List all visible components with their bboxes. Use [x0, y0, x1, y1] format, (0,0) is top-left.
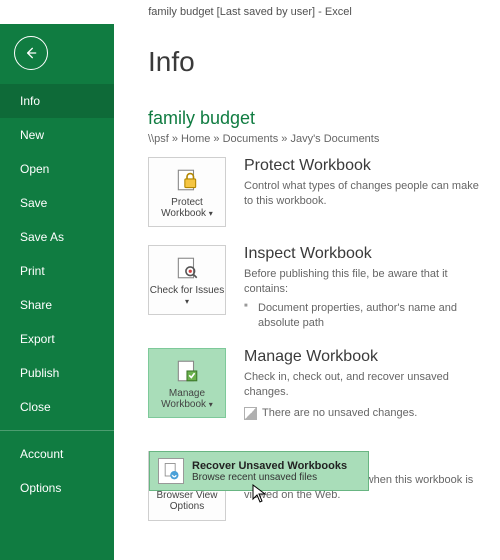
caret-down-icon: ▾: [209, 400, 213, 409]
nav-save-as[interactable]: Save As: [0, 220, 114, 254]
nav-share[interactable]: Share: [0, 288, 114, 322]
back-button[interactable]: [14, 36, 48, 70]
nav-open[interactable]: Open: [0, 152, 114, 186]
nav-separator: [0, 430, 114, 431]
nav-export[interactable]: Export: [0, 322, 114, 356]
inspect-item: Document properties, author's name and a…: [244, 301, 484, 331]
nav-close[interactable]: Close: [0, 390, 114, 424]
protect-workbook-tile[interactable]: Protect Workbook ▾: [148, 157, 226, 227]
caret-down-icon: ▾: [209, 209, 213, 218]
nav-info[interactable]: Info: [0, 84, 114, 118]
protect-desc: Control what types of changes people can…: [244, 179, 484, 209]
document-name: family budget: [148, 108, 484, 129]
caret-down-icon: ▾: [185, 297, 189, 306]
nav-print[interactable]: Print: [0, 254, 114, 288]
nav-options[interactable]: Options: [0, 471, 114, 505]
manage-icon: [173, 357, 201, 385]
recover-icon: [158, 458, 184, 484]
mouse-cursor-icon: [252, 484, 268, 504]
lock-shield-icon: [173, 166, 201, 194]
title-bar-text: family budget [Last saved by user] - Exc…: [148, 6, 352, 18]
popup-subtitle: Browse recent unsaved files: [192, 472, 347, 483]
manage-note: There are no unsaved changes.: [244, 406, 484, 421]
inspect-heading: Inspect Workbook: [244, 245, 484, 263]
title-bar: family budget [Last saved by user] - Exc…: [0, 0, 500, 24]
inspect-desc: Before publishing this file, be aware th…: [244, 267, 484, 330]
nav-publish[interactable]: Publish: [0, 356, 114, 390]
nav-account[interactable]: Account: [0, 437, 114, 471]
page-heading: Info: [148, 46, 484, 78]
manage-workbook-tile[interactable]: Manage Workbook ▾: [148, 348, 226, 418]
arrow-left-icon: [23, 45, 39, 61]
backstage-sidebar: InfoNewOpenSaveSave AsPrintShareExportPu…: [0, 24, 114, 560]
check-issues-tile[interactable]: Check for Issues ▾: [148, 245, 226, 315]
popup-title: Recover Unsaved Workbooks: [192, 460, 347, 472]
manage-heading: Manage Workbook: [244, 348, 484, 366]
protect-heading: Protect Workbook: [244, 157, 484, 175]
nav-save[interactable]: Save: [0, 186, 114, 220]
nav-new[interactable]: New: [0, 118, 114, 152]
document-path: \\psf » Home » Documents » Javy's Docume…: [148, 133, 484, 145]
manage-desc: Check in, check out, and recover unsaved…: [244, 370, 484, 421]
inspect-icon: [173, 254, 201, 282]
